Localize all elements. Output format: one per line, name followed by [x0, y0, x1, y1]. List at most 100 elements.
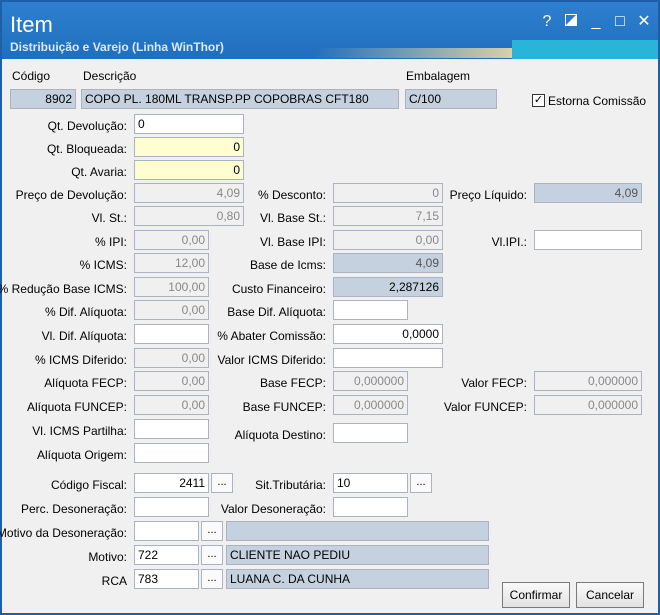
sit-tributaria-label: Sit.Tributária:	[255, 478, 326, 492]
perc-icms-label: % ICMS:	[79, 258, 127, 272]
codigo-field: 8902	[10, 89, 76, 109]
restore-icon[interactable]	[563, 14, 579, 30]
qt-devolucao-input[interactable]: 0	[134, 114, 244, 134]
valor-fecp-field: 0,000000	[534, 371, 642, 391]
perc-desconto-label: % Desconto:	[257, 188, 326, 202]
help-icon[interactable]: ?	[539, 14, 555, 30]
sit-tributaria-lookup-button[interactable]: ...	[410, 473, 432, 493]
cancelar-button[interactable]: Cancelar	[576, 582, 644, 608]
motivo-desoneracao-desc	[226, 521, 489, 541]
aliquota-fecp-label: Alíquota FECP:	[44, 376, 127, 390]
aliquota-origem-field[interactable]	[134, 443, 209, 463]
title-accent-block	[512, 40, 658, 59]
base-funcep-label: Base FUNCEP:	[242, 400, 326, 414]
preco-liquido-field: 4,09	[534, 183, 642, 203]
vl-dif-aliquota-label: Vl. Dif. Alíquota:	[41, 329, 127, 343]
perc-icms-diferido-field: 0,00	[134, 348, 209, 368]
qt-devolucao-label: Qt. Devolução:	[47, 119, 127, 133]
aliquota-funcep-field: 0,00	[134, 395, 209, 415]
motivo-input[interactable]: 722	[134, 545, 199, 565]
minimize-icon[interactable]: _	[588, 14, 604, 30]
qt-bloqueada-label: Qt. Bloqueada:	[46, 142, 127, 156]
rca-desc: LUANA C. DA CUNHA	[226, 569, 489, 589]
motivo-desc: CLIENTE NAO PEDIU	[226, 545, 489, 565]
aliquota-origem-label: Alíquota Origem:	[36, 448, 127, 462]
perc-ipi-field: 0,00	[134, 230, 209, 250]
motivo-desoneracao-lookup-button[interactable]: ...	[201, 521, 223, 541]
vl-st-label: Vl. St.:	[91, 211, 127, 225]
perc-dif-aliquota-label: % Dif. Alíquota:	[44, 305, 127, 319]
estorna-comissao-checkbox[interactable]: ✓	[532, 94, 545, 107]
base-icms-field: 4,09	[333, 253, 443, 273]
base-dif-aliquota-field[interactable]	[333, 300, 408, 320]
base-fecp-field: 0,000000	[333, 371, 408, 391]
sit-tributaria-input[interactable]: 10	[333, 473, 408, 493]
base-fecp-label: Base FECP:	[259, 376, 326, 390]
codigo-label: Código	[12, 69, 51, 83]
rca-lookup-button[interactable]: ...	[201, 569, 223, 589]
valor-icms-diferido-field[interactable]	[333, 348, 443, 368]
vl-ipi-field[interactable]	[534, 230, 642, 250]
item-window: Item Distribuição e Varejo (Linha WinTho…	[0, 0, 660, 615]
codigo-fiscal-label: Código Fiscal:	[50, 478, 127, 492]
valor-desoneracao-field[interactable]	[333, 497, 408, 517]
codigo-fiscal-lookup-button[interactable]: ...	[211, 473, 233, 493]
valor-funcep-field: 0,000000	[534, 395, 642, 415]
vl-st-field: 0,80	[134, 206, 244, 226]
qt-avaria-input[interactable]: 0	[134, 160, 244, 180]
vl-icms-partilha-label: Vl. ICMS Partilha:	[32, 424, 127, 438]
vl-base-ipi-field: 0,00	[333, 230, 443, 250]
embalagem-field: C/100	[405, 89, 497, 109]
vl-base-st-field: 7,15	[333, 206, 443, 226]
perc-dif-aliquota-field: 0,00	[134, 300, 209, 320]
vl-icms-partilha-field[interactable]	[134, 419, 209, 439]
perc-icms-diferido-label: % ICMS Diferido:	[34, 353, 127, 367]
custo-financeiro-label: Custo Financeiro:	[231, 282, 326, 296]
perc-desconto-field: 0	[333, 183, 443, 203]
preco-devolucao-field: 4,09	[134, 183, 244, 203]
perc-desoneracao-label: Perc. Desoneração:	[20, 502, 127, 516]
custo-financeiro-field: 2,287126	[333, 277, 443, 297]
window-subtitle: Distribuição e Varejo (Linha WinThor)	[10, 40, 224, 54]
base-icms-label: Base de Icms:	[249, 258, 326, 272]
close-icon[interactable]: ✕	[636, 14, 652, 30]
motivo-label: Motivo:	[88, 550, 127, 564]
motivo-desoneracao-label: Motivo da Desoneração:	[0, 526, 127, 540]
aliquota-destino-label: Alíquota Destino:	[234, 428, 326, 442]
descricao-field: COPO PL. 180ML TRANSP.PP COPOBRAS CFT180	[81, 89, 399, 109]
perc-abater-comissao-input[interactable]: 0,0000	[333, 324, 443, 344]
perc-abater-comissao-label: % Abater Comissão:	[217, 329, 326, 343]
valor-desoneracao-label: Valor Desoneração:	[220, 502, 326, 516]
qt-avaria-label: Qt. Avaria:	[71, 165, 127, 179]
valor-funcep-label: Valor FUNCEP:	[443, 400, 527, 414]
perc-desoneracao-field[interactable]	[134, 497, 209, 517]
descricao-label: Descrição	[83, 69, 137, 83]
window-title: Item	[10, 12, 53, 37]
motivo-lookup-button[interactable]: ...	[201, 545, 223, 565]
preco-liquido-label: Preço Líquido:	[449, 188, 527, 202]
perc-ipi-label: % IPI:	[94, 235, 127, 249]
aliquota-funcep-label: Alíquota FUNCEP:	[26, 400, 127, 414]
aliquota-destino-field[interactable]	[333, 423, 408, 443]
qt-bloqueada-input[interactable]: 0	[134, 137, 244, 157]
base-funcep-field: 0,000000	[333, 395, 408, 415]
base-dif-aliquota-label: Base Dif. Alíquota:	[227, 305, 326, 319]
embalagem-label: Embalagem	[406, 69, 471, 83]
valor-icms-diferido-label: Valor ICMS Diferido:	[217, 353, 326, 367]
rca-label: RCA	[101, 574, 127, 588]
vl-base-ipi-label: Vl. Base IPI:	[259, 235, 326, 249]
vl-dif-aliquota-field[interactable]	[134, 324, 209, 344]
codigo-fiscal-input[interactable]: 2411	[134, 473, 209, 493]
rca-input[interactable]: 783	[134, 569, 199, 589]
perc-icms-field: 12,00	[134, 253, 209, 273]
title-stripe	[312, 48, 512, 58]
confirmar-button[interactable]: Confirmar	[502, 582, 570, 608]
preco-devolucao-label: Preço de Devolução:	[15, 188, 127, 202]
maximize-icon[interactable]: □	[612, 14, 628, 30]
title-bar: Item Distribuição e Varejo (Linha WinTho…	[2, 2, 658, 59]
motivo-desoneracao-input[interactable]	[134, 521, 199, 541]
perc-reducao-label: % Redução Base ICMS:	[0, 282, 127, 296]
estorna-comissao-label: Estorna Comissão	[548, 94, 647, 108]
vl-base-st-label: Vl. Base St.:	[259, 211, 326, 225]
aliquota-fecp-field: 0,00	[134, 371, 209, 391]
